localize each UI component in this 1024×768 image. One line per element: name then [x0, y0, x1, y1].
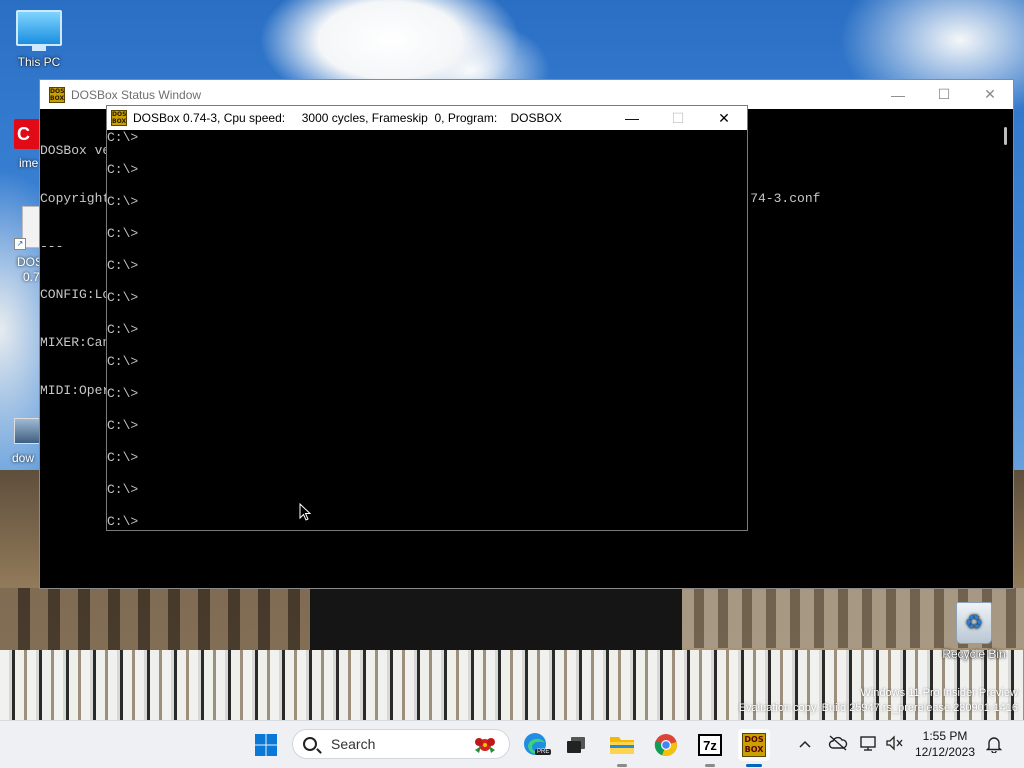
dosbox-window-titlebar[interactable]: DOS BOX DOSBox 0.74-3, Cpu speed: 3000 cy…: [107, 106, 747, 130]
clock-date: 12/12/2023: [914, 745, 976, 759]
watermark-line: Windows 11 Pro Insider Preview: [860, 687, 1018, 699]
search-placeholder: Search: [331, 736, 376, 752]
close-icon: ✕: [718, 109, 730, 126]
volume-muted-icon: [886, 735, 903, 751]
taskbar-edge-preview[interactable]: PRE: [520, 729, 552, 761]
search-icon: [303, 737, 317, 751]
dos-prompt-line: C:\>: [107, 322, 139, 337]
dosbox-window[interactable]: DOS BOX DOSBox 0.74-3, Cpu speed: 3000 cy…: [106, 105, 748, 531]
mouse-pointer-icon: [299, 503, 311, 521]
network-status-button[interactable]: [859, 735, 879, 753]
desktop-icon-this-pc[interactable]: This PC: [2, 10, 76, 69]
dos-prompt-line: C:\>: [107, 226, 139, 241]
dos-prompt-line: C:\>: [107, 194, 139, 209]
taskbar-search-box[interactable]: Search: [292, 729, 510, 759]
show-hidden-icons-button[interactable]: [796, 735, 814, 753]
desktop-icon-label: dow: [12, 451, 35, 465]
clock-button[interactable]: 1:55 PM 12/12/2023: [912, 728, 978, 762]
active-indicator: [746, 764, 762, 767]
running-indicator: [617, 764, 627, 767]
taskbar: PRE 7z DOS BOX 1:55 PM 12/12/2023: [0, 720, 1024, 768]
dos-prompt-line: C:\>: [107, 418, 139, 433]
preview-badge: PRE: [535, 749, 552, 755]
recycle-bin-icon: ♻: [956, 602, 992, 644]
cloud-offline-icon: [828, 735, 848, 751]
os-watermark: Windows 11 Pro Insider Preview Evaluatio…: [739, 686, 1018, 716]
shortcut-arrow-icon: ↗: [14, 238, 26, 250]
minimize-button[interactable]: —: [609, 106, 655, 130]
dos-console-screen[interactable]: C:\> C:\> C:\> C:\> C:\> C:\> C:\> C:\> …: [107, 130, 747, 530]
7zip-icon: 7z: [698, 734, 722, 756]
dos-prompt-line: C:\>: [107, 354, 139, 369]
status-window-scrollbar[interactable]: [999, 109, 1013, 588]
dos-prompt-line: C:\>: [107, 482, 139, 497]
maximize-icon: ☐: [937, 86, 951, 102]
bell-icon: [985, 737, 1003, 754]
7zip-label: 7z: [703, 737, 717, 753]
dos-prompt-line: C:\>: [107, 290, 139, 305]
dos-prompt-line: C:\>: [107, 450, 139, 465]
status-window-title: DOSBox Status Window: [71, 87, 202, 102]
dosbox-window-title: DOSBox 0.74-3, Cpu speed: 3000 cycles, F…: [133, 111, 562, 125]
dos-prompt-line: C:\>: [107, 386, 139, 401]
dosbox-app-icon: DOS BOX: [111, 110, 127, 126]
desktop-icon-image-partial[interactable]: C: [14, 119, 40, 149]
turkey-flag-icon: C: [17, 124, 30, 144]
taskbar-task-view[interactable]: [560, 729, 592, 761]
taskbar-chrome[interactable]: [650, 729, 682, 761]
taskbar-7zip[interactable]: 7z: [694, 729, 726, 767]
taskbar-file-explorer[interactable]: [606, 729, 638, 767]
desktop-icon-download-partial[interactable]: [14, 418, 42, 444]
volume-button[interactable]: [885, 735, 905, 753]
maximize-button[interactable]: ☐: [655, 106, 701, 130]
onedrive-status-button[interactable]: [828, 735, 848, 753]
maximize-icon: ☐: [671, 109, 685, 126]
notifications-button[interactable]: [985, 735, 1006, 754]
task-view-icon: [567, 737, 585, 753]
windows-logo-icon: [255, 734, 277, 756]
maximize-button[interactable]: ☐: [921, 80, 967, 109]
dos-prompt-line: C:\>: [107, 130, 139, 145]
desktop-icon-label: Recycle Bin: [942, 647, 1006, 661]
network-disconnected-icon: [860, 736, 876, 751]
minimize-icon: —: [891, 86, 905, 103]
desktop-icon-label: 0.7: [23, 270, 40, 284]
dos-prompt-line: C:\>: [107, 514, 139, 529]
search-highlight-icon: [475, 738, 495, 753]
taskbar-dosbox[interactable]: DOS BOX: [738, 729, 770, 767]
scrollbar-thumb[interactable]: [1004, 127, 1007, 145]
close-icon: ✕: [984, 86, 996, 102]
computer-icon: [16, 10, 62, 51]
desktop-icon-label: ime: [19, 156, 39, 170]
watermark-line: Evaluation copy. Build 25947.rs_prerelea…: [738, 702, 1018, 714]
close-button[interactable]: ✕: [967, 80, 1013, 109]
dos-prompt-line: C:\>: [107, 162, 139, 177]
folder-icon: [610, 737, 634, 754]
dosbox-app-icon: DOS BOX: [742, 733, 766, 757]
close-button[interactable]: ✕: [701, 106, 747, 130]
minimize-icon: —: [625, 110, 639, 126]
clock-time: 1:55 PM: [922, 729, 968, 743]
chrome-browser-icon: [654, 734, 677, 757]
dosbox-app-icon: DOS BOX: [49, 86, 65, 103]
dos-prompt-line: C:\>: [107, 258, 139, 273]
minimize-button[interactable]: —: [875, 80, 921, 109]
start-button[interactable]: [250, 729, 282, 761]
dosbox-icon-label: DOS BOX: [744, 735, 764, 754]
desktop-icon-label: This PC: [17, 55, 61, 69]
running-indicator: [705, 764, 715, 767]
chevron-up-icon: [799, 740, 811, 748]
desktop-icon-recycle-bin[interactable]: ♻ Recycle Bin: [937, 602, 1011, 661]
